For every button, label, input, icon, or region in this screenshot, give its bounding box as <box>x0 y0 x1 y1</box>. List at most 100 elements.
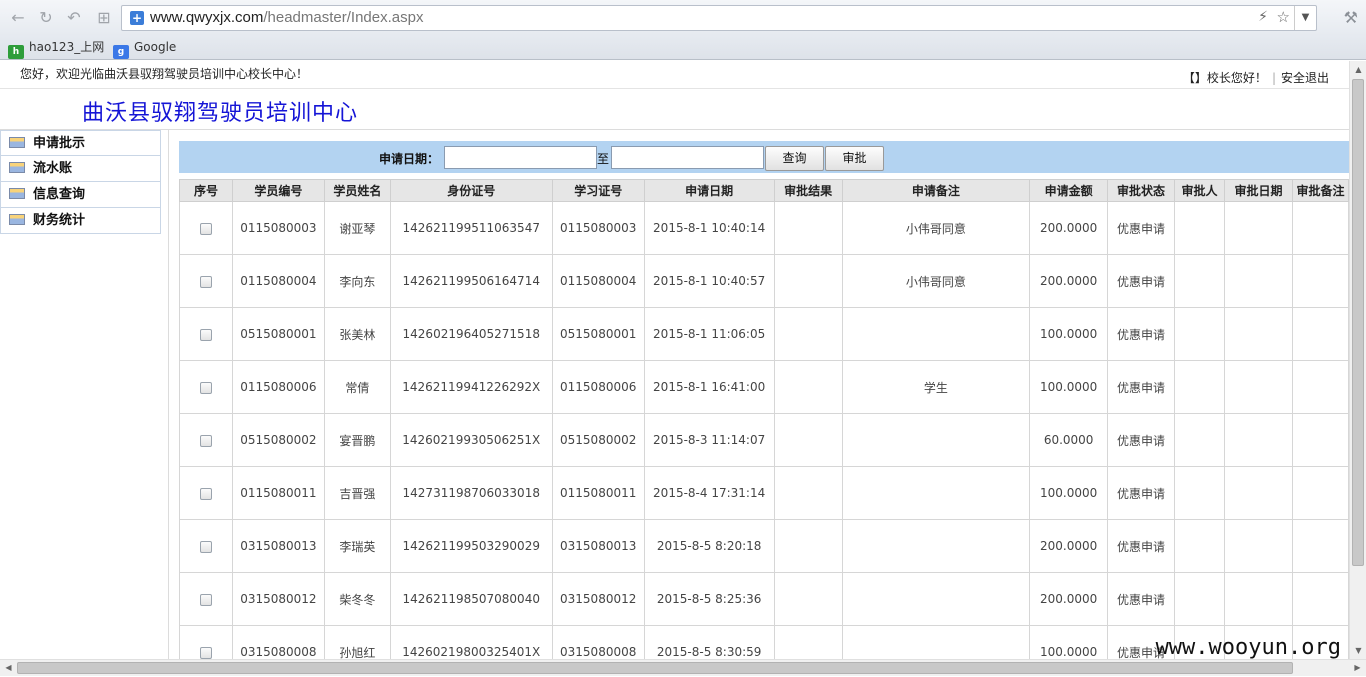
table-cell <box>1291 466 1349 520</box>
end-date-input[interactable] <box>611 146 764 169</box>
sidebar-item-info-query[interactable]: 信息查询 <box>0 182 161 208</box>
row-select-cell <box>179 201 233 255</box>
table-row: 0315080012 柴冬冬 142621198507080040 031508001… <box>179 572 1349 626</box>
table-cell: 柴冬冬 <box>323 572 391 626</box>
table-cell <box>1291 201 1349 255</box>
logout-link[interactable]: 安全退出 <box>1281 71 1329 85</box>
table-cell <box>841 519 1031 573</box>
sidebar-item-finance[interactable]: 财务统计 <box>0 208 161 234</box>
table-cell: 0515080001 <box>231 307 325 361</box>
table-cell: 2015-8-1 11:06:05 <box>643 307 775 361</box>
column-header: 学员姓名 <box>323 179 391 202</box>
table-cell: 优惠申请 <box>1107 254 1176 308</box>
table-cell: 0315080012 <box>231 572 325 626</box>
scroll-up-icon[interactable]: ▲ <box>1350 61 1366 78</box>
table-cell <box>773 519 843 573</box>
table-row: 0115080003 谢亚琴 142621199511063547 011508000… <box>179 201 1349 255</box>
back-icon[interactable]: ← <box>8 8 28 28</box>
table-cell: 0115080006 <box>231 360 325 414</box>
table-cell: 0315080012 <box>551 572 645 626</box>
table-cell: 2015-8-5 8:30:59 <box>643 625 775 659</box>
table-cell: 142621199511063547 <box>389 201 553 255</box>
table-cell: 2015-8-4 17:31:14 <box>643 466 775 520</box>
address-bar[interactable]: + www.qwyxjx.com/headmaster/Index.aspx ⚡… <box>121 5 1317 31</box>
table-cell: 优惠申请 <box>1107 360 1176 414</box>
row-checkbox[interactable] <box>199 222 212 235</box>
sidebar-item-label: 信息查询 <box>33 187 86 202</box>
table-cell: 142731198706033018 <box>389 466 553 520</box>
table-cell: 2015-8-3 11:14:07 <box>643 413 775 467</box>
horizontal-scroll-thumb[interactable] <box>17 662 1293 674</box>
application-table: 序号 学员编号 学员姓名 身份证号 学习证号 申请日期 审批结果 申请备注 申请金额 审批状态 审批… <box>179 179 1349 659</box>
table-cell <box>1174 466 1225 520</box>
welcome-bar: 您好，欢迎光临曲沃县驭翔驾驶员培训中心校长中心！ 【】校长您好！ | 安全退出 <box>0 61 1349 89</box>
table-cell: 0315080008 <box>231 625 325 659</box>
sidebar-item-ledger[interactable]: 流水账 <box>0 156 161 182</box>
scroll-down-icon[interactable]: ▼ <box>1350 642 1366 659</box>
wrench-icon[interactable]: ⚒ <box>1344 8 1358 27</box>
column-header: 审批日期 <box>1223 179 1293 202</box>
table-cell: 142602196405271518 <box>389 307 553 361</box>
url-text[interactable]: www.qwyxjx.com/headmaster/Index.aspx <box>150 9 423 26</box>
row-checkbox[interactable] <box>199 646 212 659</box>
bookmark-google[interactable]: g Google <box>113 39 176 59</box>
table-cell <box>773 254 843 308</box>
table-cell: 0115080003 <box>551 201 645 255</box>
bookmark-hao123[interactable]: h hao123_上网 <box>8 39 104 59</box>
header-divider <box>0 129 1349 130</box>
column-header: 申请金额 <box>1029 179 1109 202</box>
row-checkbox[interactable] <box>199 328 212 341</box>
row-checkbox[interactable] <box>199 275 212 288</box>
dropdown-arrow-icon[interactable]: ▼ <box>1294 6 1316 30</box>
row-select-cell <box>179 466 233 520</box>
sidebar-item-label: 流水账 <box>33 161 73 176</box>
column-header: 申请备注 <box>841 179 1031 202</box>
folder-icon <box>9 162 25 173</box>
table-row: 0115080004 李向东 142621199506164714 011508000… <box>179 254 1349 308</box>
vertical-scroll-thumb[interactable] <box>1352 79 1364 566</box>
bookmark-label: Google <box>134 40 177 54</box>
home-grid-icon[interactable]: ⊞ <box>94 8 114 28</box>
column-header: 学员编号 <box>231 179 325 202</box>
row-checkbox[interactable] <box>199 487 212 500</box>
url-path: /headmaster/Index.aspx <box>263 9 424 26</box>
scroll-left-icon[interactable]: ◀ <box>0 660 17 677</box>
scroll-right-icon[interactable]: ▶ <box>1349 660 1366 677</box>
undo-icon[interactable]: ↶ <box>64 8 84 28</box>
row-checkbox[interactable] <box>199 381 212 394</box>
table-cell: 2015-8-1 16:41:00 <box>643 360 775 414</box>
table-cell: 0115080004 <box>231 254 325 308</box>
folder-icon <box>9 214 25 225</box>
query-button[interactable]: 查询 <box>765 146 824 171</box>
sidebar-item-label: 财务统计 <box>33 213 86 228</box>
row-checkbox[interactable] <box>199 434 212 447</box>
lightning-icon[interactable]: ⚡ <box>1258 9 1268 25</box>
table-cell <box>773 466 843 520</box>
column-header: 申请日期 <box>643 179 775 202</box>
table-cell: 2015-8-5 8:25:36 <box>643 572 775 626</box>
table-cell <box>773 413 843 467</box>
table-cell <box>841 466 1031 520</box>
table-cell <box>1174 201 1225 255</box>
table-cell: 0315080013 <box>551 519 645 573</box>
table-cell: 142621199506164714 <box>389 254 553 308</box>
start-date-input[interactable] <box>444 146 597 169</box>
reload-icon[interactable]: ↻ <box>36 8 56 28</box>
approve-button[interactable]: 审批 <box>825 146 884 171</box>
main-separator <box>168 130 169 659</box>
row-checkbox[interactable] <box>199 593 212 606</box>
column-header: 审批状态 <box>1107 179 1176 202</box>
table-cell: 100.0000 <box>1029 466 1109 520</box>
star-icon[interactable]: ☆ <box>1277 8 1290 26</box>
row-checkbox[interactable] <box>199 540 212 553</box>
horizontal-scrollbar[interactable]: ◀ ▶ <box>0 659 1366 676</box>
sidebar-item-approval[interactable]: 申请批示 <box>0 130 161 156</box>
table-cell: 优惠申请 <box>1107 413 1176 467</box>
table-cell: 谢亚琴 <box>323 201 391 255</box>
vertical-scrollbar[interactable]: ▲ ▼ <box>1349 61 1366 659</box>
folder-icon <box>9 137 25 148</box>
folder-icon <box>9 188 25 199</box>
table-cell: 2015-8-1 10:40:57 <box>643 254 775 308</box>
table-cell: 14260219800325401X <box>389 625 553 659</box>
table-row: 0315080013 李瑞英 142621199503290029 031508001… <box>179 519 1349 573</box>
